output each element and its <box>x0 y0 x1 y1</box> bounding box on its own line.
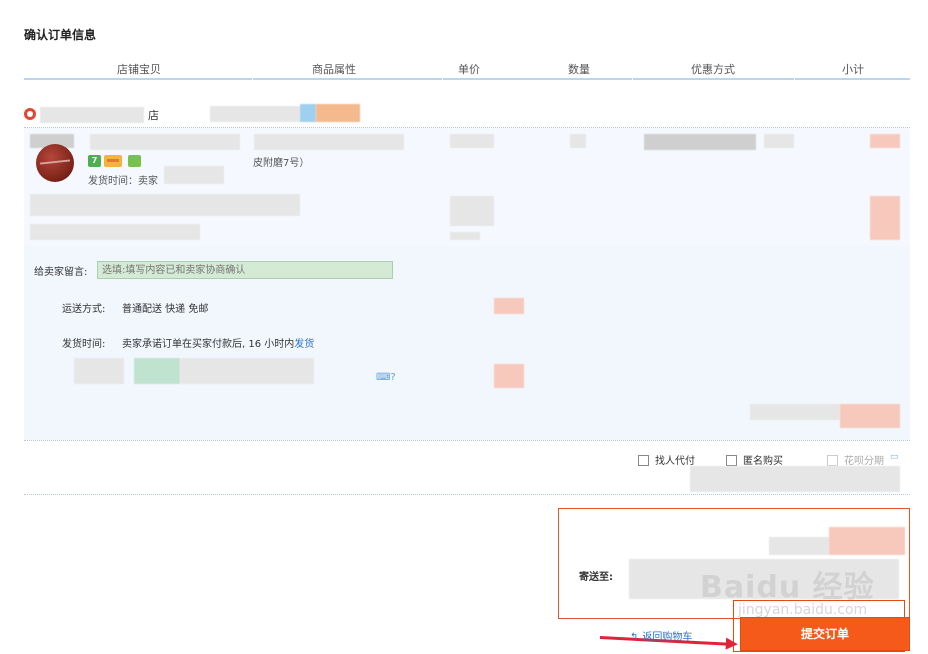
page-title: 确认订单信息 <box>24 28 97 42</box>
card-icon <box>104 155 122 167</box>
leaf-icon <box>128 155 141 167</box>
blurred-shop-badge <box>316 104 360 122</box>
pay-by-friend-option[interactable]: 找人代付 <box>638 452 695 467</box>
pay-by-friend-checkbox[interactable] <box>638 455 649 466</box>
help-icon[interactable]: ⌨? <box>376 372 396 383</box>
delivery-time-value: 卖家承诺订单在买家付款后, 16 小时内发货 <box>122 339 315 350</box>
column-price: 单价 <box>458 63 480 76</box>
column-header: 店铺宝贝 商品属性 单价 数量 优惠方式 小计 <box>24 56 910 80</box>
blurred-extra-service-2 <box>30 224 200 240</box>
back-to-cart-link[interactable]: ↰ 返回购物车 <box>630 628 692 643</box>
blurred-shipping-fee <box>494 298 524 314</box>
column-shop-items: 店铺宝贝 <box>117 63 161 76</box>
blurred-insurance-fee <box>494 364 524 388</box>
blurred-extra-service <box>30 194 300 216</box>
installment-info-icon[interactable]: ▭ <box>890 452 899 462</box>
shop-icon[interactable] <box>24 108 36 120</box>
shipping-method-label: 运送方式: <box>62 304 106 315</box>
blurred-discount-extra <box>764 134 794 148</box>
blurred-installment-info <box>690 466 900 492</box>
blurred-total-amount <box>829 527 905 555</box>
column-discount: 优惠方式 <box>691 63 735 76</box>
anonymous-checkbox[interactable] <box>726 455 737 466</box>
baidu-watermark: Baidu 经验 <box>700 570 875 605</box>
divider <box>24 440 910 441</box>
blurred-quantity <box>570 134 586 148</box>
anonymous-option[interactable]: 匿名购买 <box>726 452 783 467</box>
back-arrow-icon: ↰ <box>630 632 639 643</box>
column-subtotal: 小计 <box>842 63 864 76</box>
buyer-message-input[interactable] <box>97 261 393 279</box>
blurred-insurance-text <box>180 358 314 384</box>
delivery-time-label: 发货时间: <box>62 339 106 350</box>
blurred-shop-total <box>840 404 900 428</box>
divider <box>24 494 910 495</box>
blurred-attribute <box>254 134 404 150</box>
blurred-extra-subtotal <box>870 196 900 240</box>
baidu-watermark-url: jingyan.baidu.com <box>738 602 868 618</box>
blurred-subtotal <box>870 134 900 148</box>
blurred-discount <box>644 134 756 150</box>
wangwang-icon[interactable] <box>300 104 316 122</box>
column-quantity: 数量 <box>568 63 590 76</box>
delivery-time-row: 发货时间: 卖家承诺订单在买家付款后, 16 小时内发货 <box>24 333 624 351</box>
blurred-extra-price <box>450 196 494 226</box>
blurred-price <box>450 134 494 148</box>
shipping-method-value[interactable]: 普通配送 快递 免邮 <box>122 300 208 315</box>
product-image[interactable] <box>36 144 74 182</box>
buyer-message-row: 给卖家留言: <box>24 258 910 282</box>
delivery-link[interactable]: 发货 <box>294 339 314 350</box>
blurred-insurance-toggle[interactable] <box>134 358 180 384</box>
shop-name-suffix[interactable]: 店 <box>148 107 159 123</box>
shipping-method-row: 运送方式: 普通配送 快递 免邮 <box>24 298 624 316</box>
attribute-text: 皮附磨7号） <box>253 158 310 169</box>
buyer-message-label: 给卖家留言: <box>34 267 88 278</box>
blurred-shop-info <box>210 106 300 122</box>
submit-order-button[interactable]: 提交订单 <box>740 617 910 651</box>
ship-to-label: 寄送至: <box>579 572 613 583</box>
installment-checkbox[interactable] <box>827 455 838 466</box>
blurred-product-title[interactable] <box>90 134 240 150</box>
blurred-ship-time <box>164 166 224 184</box>
installment-option[interactable]: 花呗分期 <box>827 452 884 467</box>
item-ship-time-label: 发货时间：卖家 <box>88 176 158 187</box>
blurred-shop-total-label <box>750 404 840 420</box>
order-box: 7 发货时间：卖家 皮附磨7号） 给卖家留言: 运送方式: 普通配送 快递 免邮… <box>24 128 910 440</box>
item-row: 7 发货时间：卖家 皮附磨7号） <box>24 128 910 246</box>
blurred-shop-name <box>40 107 144 123</box>
blurred-total-label <box>769 537 829 555</box>
column-attributes: 商品属性 <box>312 63 356 76</box>
blurred-extra-price-2 <box>450 232 480 240</box>
blurred-insurance-label <box>74 358 124 384</box>
shop-row: 店 <box>24 104 910 126</box>
seven-day-return-icon: 7 <box>88 155 101 167</box>
